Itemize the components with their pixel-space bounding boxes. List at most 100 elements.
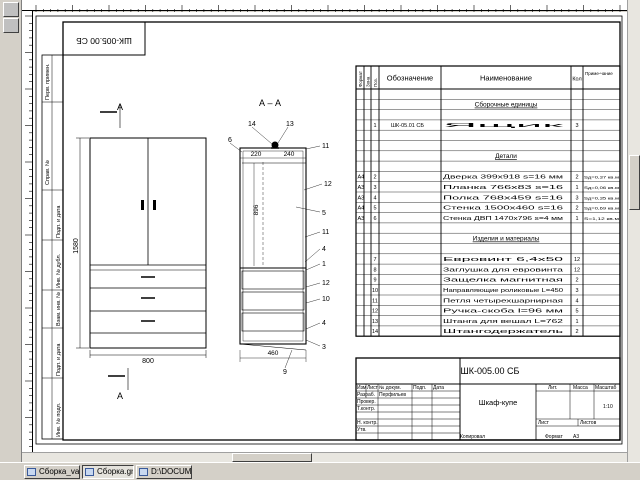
spec-header-rotated: Формат bbox=[358, 71, 363, 87]
document-icon bbox=[27, 468, 36, 476]
spec-cell-pos: 11 bbox=[372, 298, 378, 304]
callout: 4 bbox=[322, 320, 326, 327]
strip-label: Взам. инв. № bbox=[56, 292, 62, 326]
left-toolbar bbox=[0, 0, 22, 462]
window-icon[interactable] bbox=[3, 18, 19, 33]
callout: 3 bbox=[322, 344, 326, 351]
taskbar-item-sborka-var[interactable]: Сборка_var... bbox=[24, 465, 80, 479]
spec-cell-pos: 4 bbox=[373, 195, 376, 201]
tb-label-nkontr: Н. контр. bbox=[357, 420, 378, 426]
spec-cell-qty: 2 bbox=[575, 278, 578, 284]
drawing-canvas[interactable]: Перв. примен. Справ. № Подп. и дата Инв.… bbox=[33, 12, 627, 452]
spec-cell-qty: 2 bbox=[575, 206, 578, 212]
document-icon bbox=[85, 468, 94, 476]
callout: 12 bbox=[322, 280, 330, 287]
taskbar-item-label: Сборка.grb bbox=[97, 467, 134, 476]
spec-cell-note: Sд=0,69 кв.м bbox=[584, 207, 620, 211]
spec-cell-name: Планка 766х83 s=16 bbox=[443, 185, 564, 191]
spec-cell-pos: 5 bbox=[373, 206, 376, 212]
callout: 10 bbox=[322, 296, 330, 303]
strip-label: Перв. примен. bbox=[45, 63, 51, 100]
horizontal-ruler bbox=[22, 0, 627, 13]
strip-label: Инв. № подл. bbox=[56, 402, 62, 437]
spec-cell-qty: 12 bbox=[574, 267, 580, 273]
spec-cell-note: Sд=0,35 кв.м bbox=[584, 196, 620, 200]
spec-section-title: Детали bbox=[495, 153, 517, 160]
spec-cell-format: А4 bbox=[358, 206, 365, 212]
tb-label-masshtab: Масштаб bbox=[595, 385, 617, 391]
tb-format-value: А3 bbox=[573, 434, 579, 440]
document-icon[interactable] bbox=[3, 2, 19, 17]
callout: 4 bbox=[322, 246, 326, 253]
taskbar-item-label: Сборка_var... bbox=[39, 467, 80, 476]
spec-cell-name: Евровинт 6,4х50 bbox=[443, 257, 564, 263]
spec-cell-pos: 8 bbox=[373, 267, 376, 273]
tb-label-date: Дата bbox=[433, 385, 444, 391]
horizontal-scrollbar[interactable] bbox=[22, 452, 627, 462]
spec-cell-pos: 6 bbox=[373, 216, 376, 222]
tb-scale: 1:10 bbox=[603, 404, 613, 410]
strip-label: Подп. и дата bbox=[56, 343, 62, 376]
spec-cell-name: Стенка 1500х460 s=16 bbox=[443, 206, 563, 212]
spec-cell-qty: 12 bbox=[574, 257, 580, 263]
spec-cell-name: Защелка магнитная bbox=[443, 278, 564, 284]
taskbar: Сборка_var... Сборка.grb D:\DOCUM... bbox=[0, 462, 640, 480]
taskbar-item-sborka-grb[interactable]: Сборка.grb bbox=[82, 465, 134, 479]
tb-kopiroval: Копировал bbox=[460, 434, 485, 440]
tb-label-listov: Листов bbox=[580, 420, 597, 426]
spec-cell-designation: ШК-05.01 СБ bbox=[391, 123, 424, 129]
callout: 13 bbox=[286, 121, 294, 128]
spec-cell-qty: 3 bbox=[575, 288, 578, 294]
section-title: А – А bbox=[259, 98, 281, 108]
vertical-scrollbar[interactable] bbox=[627, 0, 640, 462]
tb-label-utv: Утв. bbox=[357, 427, 367, 433]
callout: 6 bbox=[228, 137, 232, 144]
spec-cell-name: Петля четырехшарнирная bbox=[443, 298, 564, 304]
spec-cell-name: Направляющие роликовые L=450 bbox=[443, 288, 563, 294]
tb-label-izm: Изм bbox=[357, 385, 367, 391]
tb-label-doc: № докум. bbox=[379, 385, 401, 391]
spec-cell-name: Дверка 399х918 s=16 мм bbox=[443, 175, 564, 181]
ruler-ticks-vertical bbox=[25, 15, 33, 448]
spec-header: Наименование bbox=[480, 74, 532, 83]
spec-cell-qty: 5 bbox=[575, 309, 578, 315]
spec-cell-qty: 1 bbox=[575, 319, 578, 325]
title-block-name: Шкаф-купе bbox=[479, 398, 518, 407]
scroll-thumb[interactable] bbox=[232, 453, 312, 462]
section-mark-bottom: А bbox=[117, 391, 123, 401]
spec-cell-pos: 7 bbox=[373, 257, 376, 263]
spec-cell-name: Заглушка для евровинта bbox=[443, 267, 563, 273]
spec-header: Кол bbox=[572, 77, 581, 83]
section-dim-240: 240 bbox=[284, 151, 295, 158]
spec-cell-name: Стенка ДВП 1470х796 s=4 мм bbox=[443, 216, 564, 222]
spec-header: Обозначение bbox=[387, 74, 433, 83]
spec-cell-pos: 10 bbox=[372, 288, 378, 294]
section-dim-vertical: 896 bbox=[253, 204, 260, 215]
spec-cell-format: А3 bbox=[358, 216, 365, 222]
strip-label: Инв. № дубл. bbox=[56, 253, 62, 288]
spec-cell-qty: 3 bbox=[575, 195, 578, 201]
spec-cell-qty: 1 bbox=[575, 185, 578, 191]
taskbar-item-label: D:\DOCUM... bbox=[151, 467, 192, 476]
spec-header-rotated: Зона bbox=[366, 76, 371, 87]
spec-header-rotated: Поз. bbox=[373, 78, 378, 87]
spec-cell-note: Sд=0,37 кв.м bbox=[584, 176, 620, 180]
callout: 11 bbox=[322, 229, 329, 236]
spec-cell-qty: 2 bbox=[575, 175, 578, 181]
tb-label-sign: Подп. bbox=[413, 385, 426, 391]
spec-cell-name: Ящик bbox=[443, 123, 571, 129]
spec-cell-pos: 13 bbox=[372, 319, 378, 325]
taskbar-item-docum[interactable]: D:\DOCUM... bbox=[136, 465, 192, 479]
spec-cell-format: А3 bbox=[358, 185, 365, 191]
spec-cell-name: Штанга для вешал L=762 bbox=[443, 319, 563, 325]
spec-cell-qty: 3 bbox=[575, 123, 578, 129]
scroll-thumb[interactable] bbox=[629, 155, 640, 210]
folder-icon bbox=[139, 468, 148, 476]
spec-cell-pos: 2 bbox=[373, 175, 376, 181]
top-stamp-code: ШК-005.00 СБ bbox=[76, 36, 132, 46]
tb-label-list2: Лист bbox=[538, 420, 550, 426]
tb-label-massa: Масса bbox=[573, 385, 588, 391]
front-dim-height: 1580 bbox=[73, 238, 80, 254]
spec-cell-note: S=1,12 кв.м bbox=[584, 217, 620, 221]
spec-section-title: Сборочные единицы bbox=[475, 101, 538, 109]
